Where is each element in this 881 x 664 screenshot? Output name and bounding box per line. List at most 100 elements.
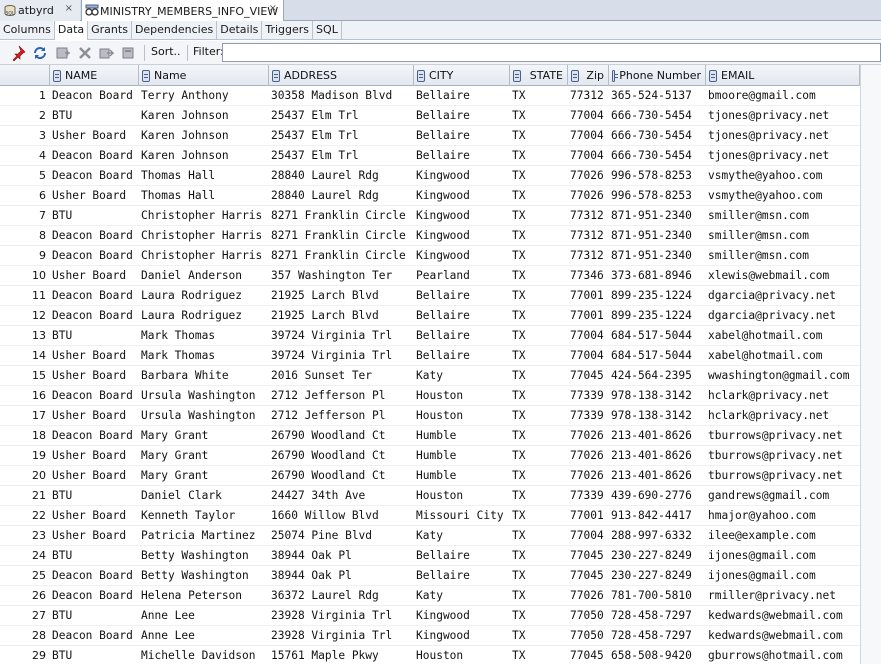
cell-member-name[interactable]: Anne Lee	[141, 606, 268, 626]
row-number[interactable]: 1	[0, 86, 46, 106]
cell-phone[interactable]: 373-681-8946	[611, 266, 706, 286]
cell-ministry[interactable]: Usher Board	[52, 346, 139, 366]
cell-phone[interactable]: 684-517-5044	[611, 326, 706, 346]
table-row[interactable]: 22 Usher Board Kenneth Taylor 1660 Willow B…	[0, 506, 860, 526]
cell-email[interactable]: vsmythe@yahoo.com	[708, 186, 860, 206]
cell-ministry[interactable]: Usher Board	[52, 526, 139, 546]
row-number[interactable]: 9	[0, 246, 46, 266]
cell-city[interactable]: Pearland	[416, 266, 510, 286]
cell-address[interactable]: 28840 Laurel Rdg	[271, 186, 414, 206]
cell-ministry[interactable]: Deacon Board	[52, 426, 139, 446]
cell-phone[interactable]: 781-700-5810	[611, 586, 706, 606]
table-row[interactable]: 20 Usher Board Mary Grant 26790 Woodland Ct…	[0, 466, 860, 486]
cell-zip[interactable]: 77001	[570, 506, 609, 526]
table-row[interactable]: 11 Deacon Board Laura Rodriguez 21925 Larch…	[0, 286, 860, 306]
cell-member-name[interactable]: Laura Rodriguez	[141, 286, 268, 306]
cell-phone[interactable]: 913-842-4417	[611, 506, 706, 526]
cell-email[interactable]: dgarcia@privacy.net	[708, 286, 860, 306]
table-row[interactable]: 2 BTU Karen Johnson 25437 Elm Trl Bellaire TX…	[0, 106, 860, 126]
cell-address[interactable]: 2016 Sunset Ter	[271, 366, 414, 386]
cell-email[interactable]: ijones@gmail.com	[708, 546, 860, 566]
cell-phone[interactable]: 666-730-5454	[611, 146, 706, 166]
cell-phone[interactable]: 230-227-8249	[611, 566, 706, 586]
cell-address[interactable]: 38944 Oak Pl	[271, 566, 414, 586]
row-number[interactable]: 26	[0, 586, 46, 606]
cell-phone[interactable]: 899-235-1224	[611, 286, 706, 306]
cell-email[interactable]: gburrows@hotmail.com	[708, 646, 860, 664]
cell-email[interactable]: tjones@privacy.net	[708, 146, 860, 166]
cell-zip[interactable]: 77045	[570, 546, 609, 566]
cell-address[interactable]: 25437 Elm Trl	[271, 146, 414, 166]
cell-zip[interactable]: 77312	[570, 86, 609, 106]
column-header-member-name[interactable]: Name	[139, 65, 269, 86]
cell-ministry[interactable]: Usher Board	[52, 366, 139, 386]
cell-state[interactable]: TX	[512, 126, 568, 146]
column-header-address[interactable]: ADDRESS	[269, 65, 414, 86]
cell-phone[interactable]: 996-578-8253	[611, 186, 706, 206]
cell-zip[interactable]: 77339	[570, 386, 609, 406]
tab-data[interactable]: Data	[54, 21, 89, 40]
cell-zip[interactable]: 77346	[570, 266, 609, 286]
cell-city[interactable]: Kingwood	[416, 606, 510, 626]
cell-zip[interactable]: 77312	[570, 246, 609, 266]
cell-member-name[interactable]: Mary Grant	[141, 466, 268, 486]
cell-ministry[interactable]: Deacon Board	[52, 146, 139, 166]
cell-ministry[interactable]: BTU	[52, 486, 139, 506]
cell-city[interactable]: Bellaire	[416, 346, 510, 366]
table-row[interactable]: 12 Deacon Board Laura Rodriguez 21925 Larch…	[0, 306, 860, 326]
cell-member-name[interactable]: Christopher Harris	[141, 206, 268, 226]
cell-zip[interactable]: 77026	[570, 586, 609, 606]
cell-city[interactable]: Humble	[416, 446, 510, 466]
rollback-icon[interactable]	[119, 44, 137, 62]
cell-phone[interactable]: 871-951-2340	[611, 246, 706, 266]
cell-email[interactable]: tburrows@privacy.net	[708, 466, 860, 486]
cell-city[interactable]: Kingwood	[416, 206, 510, 226]
cell-state[interactable]: TX	[512, 166, 568, 186]
cell-ministry[interactable]: BTU	[52, 646, 139, 664]
cell-email[interactable]: hclark@privacy.net	[708, 406, 860, 426]
row-number[interactable]: 17	[0, 406, 46, 426]
cell-member-name[interactable]: Mary Grant	[141, 426, 268, 446]
cell-phone[interactable]: 439-690-2776	[611, 486, 706, 506]
cell-ministry[interactable]: Deacon Board	[52, 586, 139, 606]
table-row[interactable]: 5 Deacon Board Thomas Hall 28840 Laurel Rdg…	[0, 166, 860, 186]
cell-member-name[interactable]: Betty Washington	[141, 566, 268, 586]
close-icon[interactable]: ×	[65, 3, 73, 14]
cell-member-name[interactable]: Karen Johnson	[141, 106, 268, 126]
cell-phone[interactable]: 728-458-7297	[611, 606, 706, 626]
table-row[interactable]: 9 Deacon Board Christopher Harris 8271 Fran…	[0, 246, 860, 266]
cell-phone[interactable]: 978-138-3142	[611, 386, 706, 406]
cell-zip[interactable]: 77026	[570, 186, 609, 206]
tab-columns[interactable]: Columns	[0, 21, 55, 40]
row-number[interactable]: 6	[0, 186, 46, 206]
cell-city[interactable]: Bellaire	[416, 146, 510, 166]
table-row[interactable]: 4 Deacon Board Karen Johnson 25437 Elm Trl B…	[0, 146, 860, 166]
cell-member-name[interactable]: Karen Johnson	[141, 146, 268, 166]
cell-ministry[interactable]: BTU	[52, 206, 139, 226]
cell-city[interactable]: Katy	[416, 586, 510, 606]
cell-email[interactable]: xabel@hotmail.com	[708, 326, 860, 346]
cell-email[interactable]: smiller@msn.com	[708, 246, 860, 266]
cell-email[interactable]: smiller@msn.com	[708, 226, 860, 246]
cell-phone[interactable]: 424-564-2395	[611, 366, 706, 386]
insert-row-icon[interactable]	[54, 44, 72, 62]
row-number[interactable]: 10	[0, 266, 46, 286]
cell-ministry[interactable]: Usher Board	[52, 506, 139, 526]
row-number[interactable]: 24	[0, 546, 46, 566]
cell-phone[interactable]: 365-524-5137	[611, 86, 706, 106]
cell-state[interactable]: TX	[512, 246, 568, 266]
sort-button[interactable]: Sort..	[151, 45, 181, 58]
cell-address[interactable]: 8271 Franklin Circle	[271, 226, 414, 246]
cell-address[interactable]: 357 Washington Ter	[271, 266, 414, 286]
cell-zip[interactable]: 77045	[570, 646, 609, 664]
cell-ministry[interactable]: Deacon Board	[52, 566, 139, 586]
row-number[interactable]: 14	[0, 346, 46, 366]
table-row[interactable]: 23 Usher Board Patricia Martinez 25074 Pine…	[0, 526, 860, 546]
cell-ministry[interactable]: BTU	[52, 326, 139, 346]
table-row[interactable]: 3 Usher Board Karen Johnson 25437 Elm Trl Be…	[0, 126, 860, 146]
vertical-scrollbar[interactable]	[860, 65, 881, 664]
table-row[interactable]: 8 Deacon Board Christopher Harris 8271 Fran…	[0, 226, 860, 246]
cell-phone[interactable]: 213-401-8626	[611, 446, 706, 466]
cell-state[interactable]: TX	[512, 306, 568, 326]
cell-state[interactable]: TX	[512, 606, 568, 626]
